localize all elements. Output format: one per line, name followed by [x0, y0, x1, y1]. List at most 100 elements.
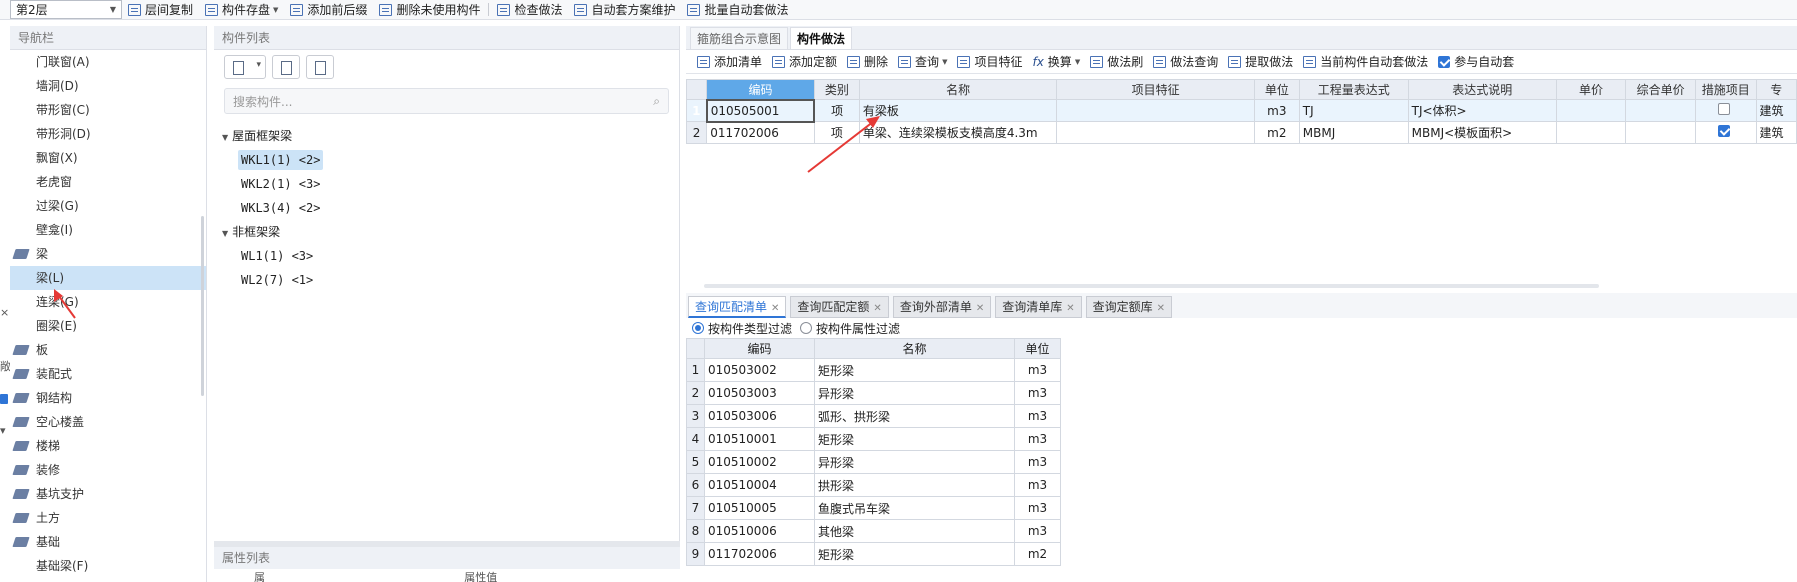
- extract-method-button[interactable]: 提取做法: [1223, 53, 1298, 70]
- convert-button[interactable]: fx 换算 ▼: [1027, 53, 1085, 70]
- query-tab[interactable]: 查询匹配定额 ✕: [790, 296, 889, 318]
- cell-unit[interactable]: m3: [1014, 473, 1061, 497]
- col-total[interactable]: 综合单价: [1625, 79, 1696, 100]
- cell-code[interactable]: 011702006: [704, 542, 815, 566]
- cell-name[interactable]: 矩形梁: [814, 358, 1015, 382]
- copy-component-button[interactable]: [272, 55, 300, 79]
- nav-item[interactable]: 墙洞(D): [10, 74, 206, 98]
- table-row[interactable]: 5 010510002 异形梁 m3: [686, 450, 1061, 474]
- horizontal-scrollbar[interactable]: [704, 284, 1599, 288]
- nav-item[interactable]: 土方: [10, 506, 206, 530]
- nav-item[interactable]: 板: [10, 338, 206, 362]
- col-measure[interactable]: 措施项目: [1694, 79, 1757, 100]
- nav-item[interactable]: 门联窗(A): [10, 50, 206, 74]
- cell-spec[interactable]: 建筑: [1755, 121, 1797, 144]
- nav-item[interactable]: 装配式: [10, 362, 206, 386]
- cell-code[interactable]: 010503002: [704, 358, 815, 382]
- radio-unselected[interactable]: [800, 322, 813, 334]
- cell-code[interactable]: 010503006: [704, 404, 815, 428]
- cell-name[interactable]: 矩形梁: [814, 542, 1015, 566]
- cell-feature[interactable]: [1056, 121, 1255, 144]
- query-tab[interactable]: 查询外部清单 ✕: [892, 296, 992, 318]
- col-type[interactable]: 类别: [813, 79, 860, 100]
- col-desc[interactable]: 表达式说明: [1407, 79, 1557, 100]
- cell-price[interactable]: [1555, 121, 1627, 144]
- cell-desc[interactable]: MBMJ<模板面积>: [1407, 121, 1557, 144]
- radio-selected[interactable]: [692, 322, 704, 334]
- nav-item[interactable]: 基础: [10, 530, 206, 554]
- cell-expr[interactable]: TJ: [1298, 99, 1409, 122]
- cell-unit[interactable]: m3: [1014, 450, 1061, 474]
- floor-copy-button[interactable]: 层间复制: [122, 0, 199, 20]
- cell-code[interactable]: 010510005: [704, 496, 815, 520]
- table-row[interactable]: 7 010510005 鱼腹式吊车梁 m3: [686, 496, 1061, 520]
- delete-button[interactable]: 删除: [842, 53, 893, 70]
- cell-code[interactable]: 010505001: [705, 98, 816, 123]
- cell-code[interactable]: 010510001: [704, 427, 815, 451]
- query-tab[interactable]: 查询匹配清单 ✕: [688, 296, 787, 318]
- cell-expr[interactable]: MBMJ: [1298, 121, 1409, 144]
- add-list-button[interactable]: 添加清单: [692, 53, 767, 70]
- cell-unit[interactable]: m3: [1014, 404, 1061, 428]
- table-row[interactable]: 8 010510006 其他梁 m3: [686, 519, 1061, 543]
- item-feature-button[interactable]: 项目特征: [952, 53, 1027, 70]
- query-tab[interactable]: 查询清单库 ✕: [995, 296, 1082, 318]
- delete-unused-button[interactable]: 删除未使用构件: [373, 0, 486, 20]
- table-row[interactable]: 2 010503003 异形梁 m3: [686, 381, 1061, 405]
- table-row[interactable]: 4 010510001 矩形梁 m3: [686, 427, 1061, 451]
- filter-radio[interactable]: 按构件类型过滤: [692, 320, 792, 337]
- tree-group[interactable]: ▼ 非框架梁: [214, 220, 679, 244]
- checkbox-unchecked[interactable]: [1717, 103, 1730, 115]
- nav-item[interactable]: 钢结构: [10, 386, 206, 410]
- cell-desc[interactable]: TJ<体积>: [1407, 99, 1557, 122]
- nav-item[interactable]: 梁: [10, 242, 206, 266]
- close-icon[interactable]: ✕: [976, 303, 984, 314]
- add-prefix-button[interactable]: 添加前后缀: [284, 0, 373, 20]
- cell-total[interactable]: [1625, 121, 1696, 144]
- match-col-code[interactable]: 编码: [704, 338, 815, 359]
- cell-code[interactable]: 010510002: [704, 450, 815, 474]
- col-name[interactable]: 名称: [858, 79, 1058, 100]
- cell-unit[interactable]: m2: [1253, 121, 1300, 144]
- close-icon[interactable]: ×: [0, 306, 9, 319]
- nav-item[interactable]: 带形窗(C): [10, 98, 206, 122]
- tree-item[interactable]: WL2(7) <1>: [214, 268, 679, 292]
- cell-name[interactable]: 矩形梁: [814, 427, 1015, 451]
- query-button[interactable]: 查询 ▼: [893, 53, 952, 70]
- cell-name[interactable]: 鱼腹式吊车梁: [814, 496, 1015, 520]
- table-row[interactable]: 6 010510004 拱形梁 m3: [686, 473, 1061, 497]
- cell-name[interactable]: 异形梁: [814, 381, 1015, 405]
- tab-component-method[interactable]: 构件做法: [790, 27, 853, 49]
- cell-code[interactable]: 010503003: [704, 381, 815, 405]
- floor-select[interactable]: 第2层 ▼: [10, 0, 122, 19]
- cell-unit[interactable]: m3: [1014, 381, 1061, 405]
- col-code[interactable]: 编码: [706, 79, 815, 100]
- cell-code[interactable]: 011702006: [706, 121, 815, 144]
- cell-spec[interactable]: 建筑: [1755, 99, 1797, 122]
- tree-item[interactable]: WKL1(1) <2>: [214, 148, 679, 172]
- close-icon[interactable]: ✕: [873, 303, 881, 314]
- join-auto-checkbox[interactable]: 参与自动套: [1433, 53, 1519, 70]
- chevron-down-icon[interactable]: ▼: [222, 229, 228, 238]
- auto-apply-button[interactable]: 当前构件自动套做法: [1298, 53, 1433, 70]
- nav-scrollbar[interactable]: [201, 216, 204, 396]
- cell-price[interactable]: [1555, 99, 1627, 122]
- table-row[interactable]: 3 010503006 弧形、拱形梁 m3: [686, 404, 1061, 428]
- delete-component-button[interactable]: [306, 55, 334, 79]
- nav-item[interactable]: 楼梯: [10, 434, 206, 458]
- nav-item[interactable]: 基坑支护: [10, 482, 206, 506]
- cell-unit[interactable]: m3: [1253, 99, 1300, 122]
- col-spec[interactable]: 专: [1755, 79, 1797, 100]
- cell-unit[interactable]: m3: [1014, 427, 1061, 451]
- close-icon[interactable]: ✕: [1066, 303, 1074, 314]
- cell-unit[interactable]: m3: [1014, 519, 1061, 543]
- nav-item[interactable]: 飘窗(X): [10, 146, 206, 170]
- cell-type[interactable]: 项: [813, 121, 860, 144]
- table-row[interactable]: 1 010505001 项有梁板 m3 TJ TJ<体积> 建筑: [685, 98, 1797, 123]
- cell-name[interactable]: 弧形、拱形梁: [814, 404, 1015, 428]
- batch-auto-button[interactable]: 批量自动套做法: [681, 0, 794, 20]
- tab-stirrup-diagram[interactable]: 箍筋组合示意图: [690, 27, 789, 49]
- cell-measure[interactable]: [1694, 99, 1757, 122]
- tree-item[interactable]: WKL3(4) <2>: [214, 196, 679, 220]
- col-expr[interactable]: 工程量表达式: [1298, 79, 1409, 100]
